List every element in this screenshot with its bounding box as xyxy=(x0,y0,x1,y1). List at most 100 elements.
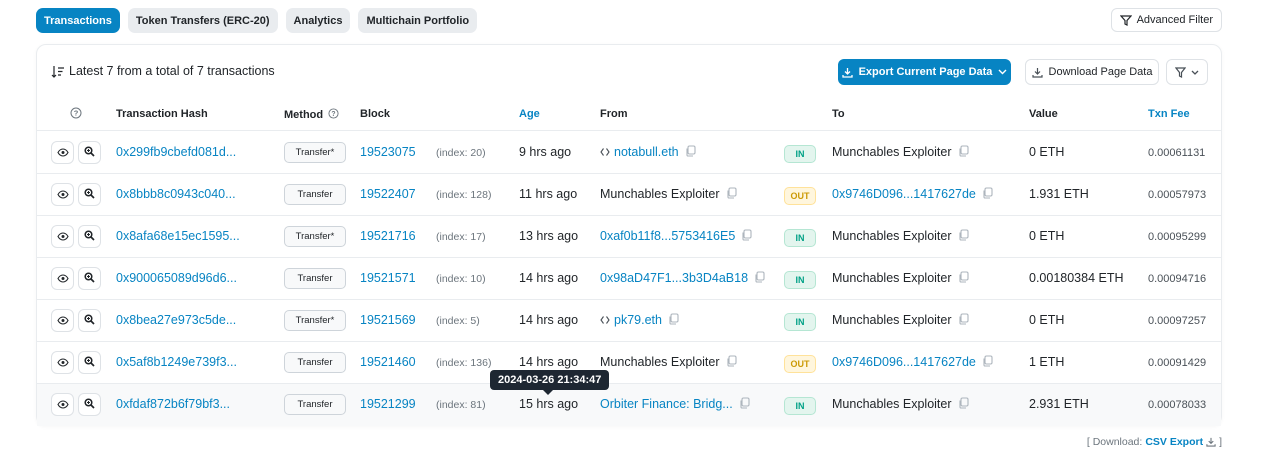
advanced-filter-label: Advanced Filter xyxy=(1136,14,1213,26)
eye-icon xyxy=(56,188,69,202)
export-page-data-button[interactable]: Export Current Page Data xyxy=(838,59,1011,85)
preview-button[interactable] xyxy=(51,141,74,164)
from-address[interactable]: notabull.eth xyxy=(614,145,679,159)
eye-icon xyxy=(56,272,69,286)
tab-token-transfers[interactable]: Token Transfers (ERC-20) xyxy=(127,8,278,33)
copy-icon[interactable] xyxy=(982,187,993,202)
details-button[interactable] xyxy=(78,267,101,290)
filter-icon xyxy=(1119,14,1132,26)
csv-prefix: [ Download: xyxy=(1086,436,1143,448)
txn-fee: 0.00078033 xyxy=(1148,399,1207,411)
copy-icon[interactable] xyxy=(754,271,765,286)
to-address[interactable]: Munchables Exploiter xyxy=(832,313,952,327)
to-address[interactable]: Munchables Exploiter xyxy=(832,229,952,243)
to-address[interactable]: Munchables Exploiter xyxy=(832,145,952,159)
preview-button[interactable] xyxy=(51,309,74,332)
table-header: ? Transaction Hash Method ? Block Age Fr… xyxy=(37,97,1221,131)
block-number[interactable]: 19523075 xyxy=(360,145,416,159)
copy-icon[interactable] xyxy=(726,187,737,202)
to-address[interactable]: Munchables Exploiter xyxy=(832,397,952,411)
method-badge: Transfer xyxy=(284,352,346,373)
copy-icon[interactable] xyxy=(685,145,696,160)
transactions-card: Latest 7 from a total of 7 transactions … xyxy=(36,44,1222,426)
ens-icon xyxy=(600,145,614,159)
block-index: (index: 128) xyxy=(436,189,492,201)
copy-icon[interactable] xyxy=(726,355,737,370)
column-header-hash: Transaction Hash xyxy=(116,108,208,120)
column-header-fee[interactable]: Txn Fee xyxy=(1148,108,1190,120)
copy-icon[interactable] xyxy=(958,271,969,286)
block-number[interactable]: 19522407 xyxy=(360,187,416,201)
age-tooltip: 2024-03-26 21:34:47 xyxy=(490,370,610,395)
details-button[interactable] xyxy=(78,225,101,248)
transaction-hash[interactable]: 0x299fb9cbefd081d... xyxy=(116,145,236,159)
from-address[interactable]: 0x98aD47F1...3b3D4aB18 xyxy=(600,271,748,285)
details-button[interactable] xyxy=(78,393,101,416)
from-address[interactable]: 0xaf0b11f8...5753416E5 xyxy=(600,229,735,243)
csv-export-link[interactable]: CSV Export xyxy=(1145,436,1203,448)
eye-icon xyxy=(56,314,69,328)
from-address[interactable]: Orbiter Finance: Bridg... xyxy=(600,397,733,411)
details-button[interactable] xyxy=(78,141,101,164)
block-index: (index: 5) xyxy=(436,315,480,327)
transaction-hash[interactable]: 0x8bbb8c0943c040... xyxy=(116,187,236,201)
from-address[interactable]: Munchables Exploiter xyxy=(600,187,720,201)
column-filter-button[interactable] xyxy=(1166,59,1208,85)
copy-icon[interactable] xyxy=(958,229,969,244)
transaction-hash[interactable]: 0x5af8b1249e739f3... xyxy=(116,355,237,369)
to-address[interactable]: Munchables Exploiter xyxy=(832,271,952,285)
copy-icon[interactable] xyxy=(741,229,752,244)
from-address[interactable]: pk79.eth xyxy=(614,313,662,327)
copy-icon[interactable] xyxy=(739,397,750,412)
txn-fee: 0.00094716 xyxy=(1148,273,1207,285)
tab-analytics[interactable]: Analytics xyxy=(285,8,351,33)
to-address[interactable]: 0x9746D096...1417627de xyxy=(832,355,976,369)
copy-icon[interactable] xyxy=(982,355,993,370)
transaction-hash[interactable]: 0x8afa68e15ec1595... xyxy=(116,229,240,243)
transaction-hash[interactable]: 0x900065089d96d6... xyxy=(116,271,237,285)
svg-text:?: ? xyxy=(332,111,336,118)
tab-transactions[interactable]: Transactions xyxy=(36,8,120,33)
copy-icon[interactable] xyxy=(668,313,679,328)
info-icon[interactable]: ? xyxy=(70,107,82,122)
from-address[interactable]: Munchables Exploiter xyxy=(600,355,720,369)
details-button[interactable] xyxy=(78,351,101,374)
tab-multichain-portfolio[interactable]: Multichain Portfolio xyxy=(358,8,478,33)
block-number[interactable]: 19521571 xyxy=(360,271,416,285)
details-button[interactable] xyxy=(78,183,101,206)
from-cell: 0x98aD47F1...3b3D4aB18 xyxy=(600,271,765,286)
download-icon xyxy=(841,67,853,78)
table-row: 0xfdaf872b6f79bf3... Transfer 19521299 (ind… xyxy=(37,384,1221,426)
block-number[interactable]: 19521299 xyxy=(360,397,416,411)
txn-fee: 0.00095299 xyxy=(1148,231,1207,243)
preview-button[interactable] xyxy=(51,183,74,206)
block-number[interactable]: 19521460 xyxy=(360,355,416,369)
advanced-filter-button[interactable]: Advanced Filter xyxy=(1110,8,1222,32)
age: 14 hrs ago xyxy=(519,355,579,369)
preview-button[interactable] xyxy=(51,393,74,416)
block-number[interactable]: 19521716 xyxy=(360,229,416,243)
column-header-value: Value xyxy=(1029,108,1058,120)
copy-icon[interactable] xyxy=(958,397,969,412)
table-row: 0x5af8b1249e739f3... Transfer 19521460 (ind… xyxy=(37,342,1221,384)
preview-button[interactable] xyxy=(51,351,74,374)
details-button[interactable] xyxy=(78,309,101,332)
to-address[interactable]: 0x9746D096...1417627de xyxy=(832,187,976,201)
value: 0 ETH xyxy=(1029,145,1065,159)
block-number[interactable]: 19521569 xyxy=(360,313,416,327)
transaction-hash[interactable]: 0x8bea27e973c5de... xyxy=(116,313,236,327)
age: 15 hrs ago xyxy=(519,397,579,411)
info-icon[interactable]: ? xyxy=(328,108,339,119)
download-page-data-button[interactable]: Download Page Data xyxy=(1025,59,1159,85)
preview-button[interactable] xyxy=(51,225,74,248)
transaction-hash[interactable]: 0xfdaf872b6f79bf3... xyxy=(116,397,230,411)
column-header-age[interactable]: Age xyxy=(519,108,540,120)
value: 1 ETH xyxy=(1029,355,1065,369)
preview-button[interactable] xyxy=(51,267,74,290)
table-row: 0x8bbb8c0943c040... Transfer 19522407 (inde… xyxy=(37,174,1221,216)
copy-icon[interactable] xyxy=(958,145,969,160)
eye-icon xyxy=(56,356,69,370)
method-badge: Transfer xyxy=(284,184,346,205)
copy-icon[interactable] xyxy=(958,313,969,328)
to-cell: Munchables Exploiter xyxy=(832,271,969,286)
